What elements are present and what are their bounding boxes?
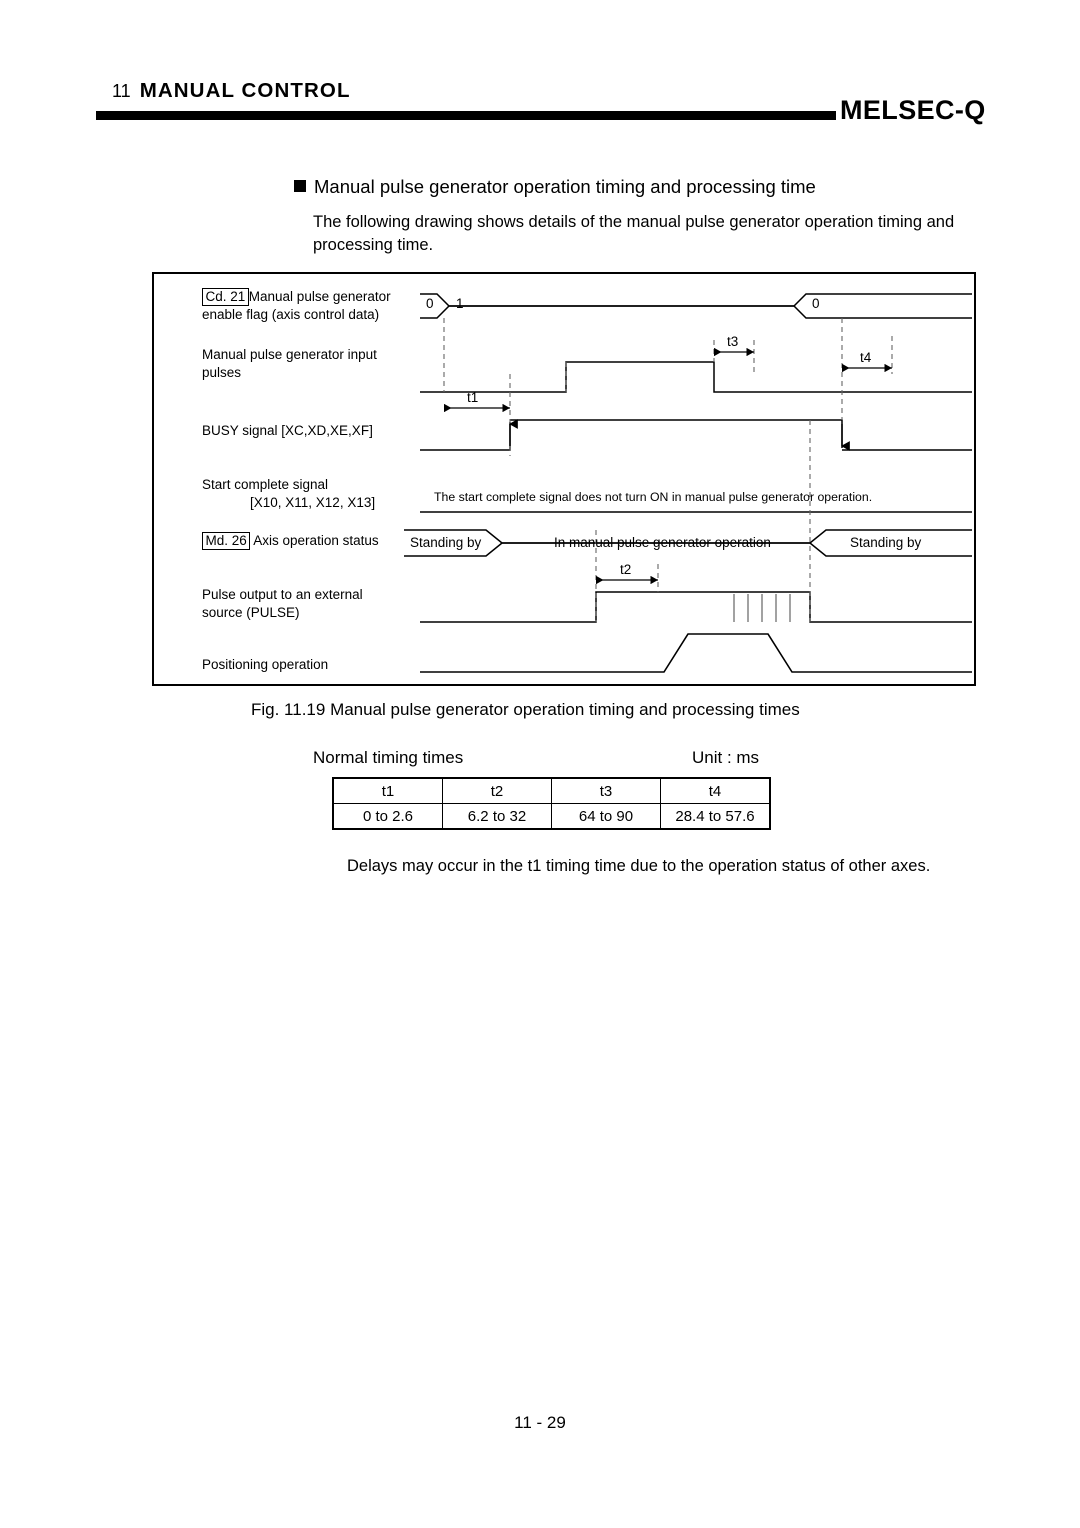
axis-state-standing-by-2: Standing by	[850, 535, 922, 550]
section-heading-text: Manual pulse generator operation timing …	[314, 176, 816, 197]
header-divider	[96, 111, 836, 120]
axis-state-in-mpg-operation: In manual pulse generator operation	[554, 535, 771, 550]
table-header-cell: t2	[442, 777, 552, 804]
table-header-row: t1 t2 t3 t4	[332, 777, 771, 804]
chapter-number: 11	[112, 81, 131, 101]
table-header-cell: t1	[332, 777, 443, 804]
section-body-text: The following drawing shows details of t…	[313, 213, 955, 254]
bullet-square-icon	[294, 180, 306, 192]
table-value-cell: 0 to 2.6	[332, 803, 443, 830]
page-title: 11 MANUAL CONTROL	[112, 79, 351, 103]
table-header-cell: t4	[660, 777, 771, 804]
footnote-text: Delays may occur in the t1 timing time d…	[347, 857, 931, 875]
figure-caption: Fig. 11.19 Manual pulse generator operat…	[251, 700, 800, 719]
time-marker-t3: t3	[727, 334, 739, 349]
signal-value-0-initial: 0	[426, 296, 434, 311]
brand-label: MELSEC-Q	[840, 95, 986, 125]
table-unit-label: Unit : ms	[692, 748, 760, 767]
page-header: 11 MANUAL CONTROL MELSEC-Q	[0, 0, 1080, 140]
table-value-cell: 6.2 to 32	[442, 803, 552, 830]
timing-diagram: Cd. 21 Manual pulse generator enable flag…	[152, 272, 976, 686]
axis-state-standing-by-1: Standing by	[410, 535, 482, 550]
normal-timing-times-table: t1 t2 t3 t4 0 to 2.6 6.2 to 32 64 to 90 …	[332, 777, 771, 830]
signal-value-0-final: 0	[812, 296, 820, 311]
table-value-cell: 28.4 to 57.6	[660, 803, 771, 830]
page-number: 11 - 29	[514, 1413, 566, 1432]
time-marker-t1: t1	[467, 390, 479, 405]
signal-value-1: 1	[456, 296, 464, 311]
section-heading: Manual pulse generator operation timing …	[294, 176, 816, 198]
start-complete-note: The start complete signal does not turn …	[434, 490, 873, 504]
table-value-cell: 64 to 90	[551, 803, 661, 830]
table-header-cell: t3	[551, 777, 661, 804]
time-marker-t2: t2	[620, 562, 632, 577]
table-row: 0 to 2.6 6.2 to 32 64 to 90 28.4 to 57.6	[332, 803, 771, 830]
table-title: Normal timing times	[313, 748, 464, 767]
chapter-title-text: MANUAL CONTROL	[139, 79, 351, 102]
time-marker-t4: t4	[860, 350, 872, 365]
waveform-canvas	[404, 293, 972, 673]
